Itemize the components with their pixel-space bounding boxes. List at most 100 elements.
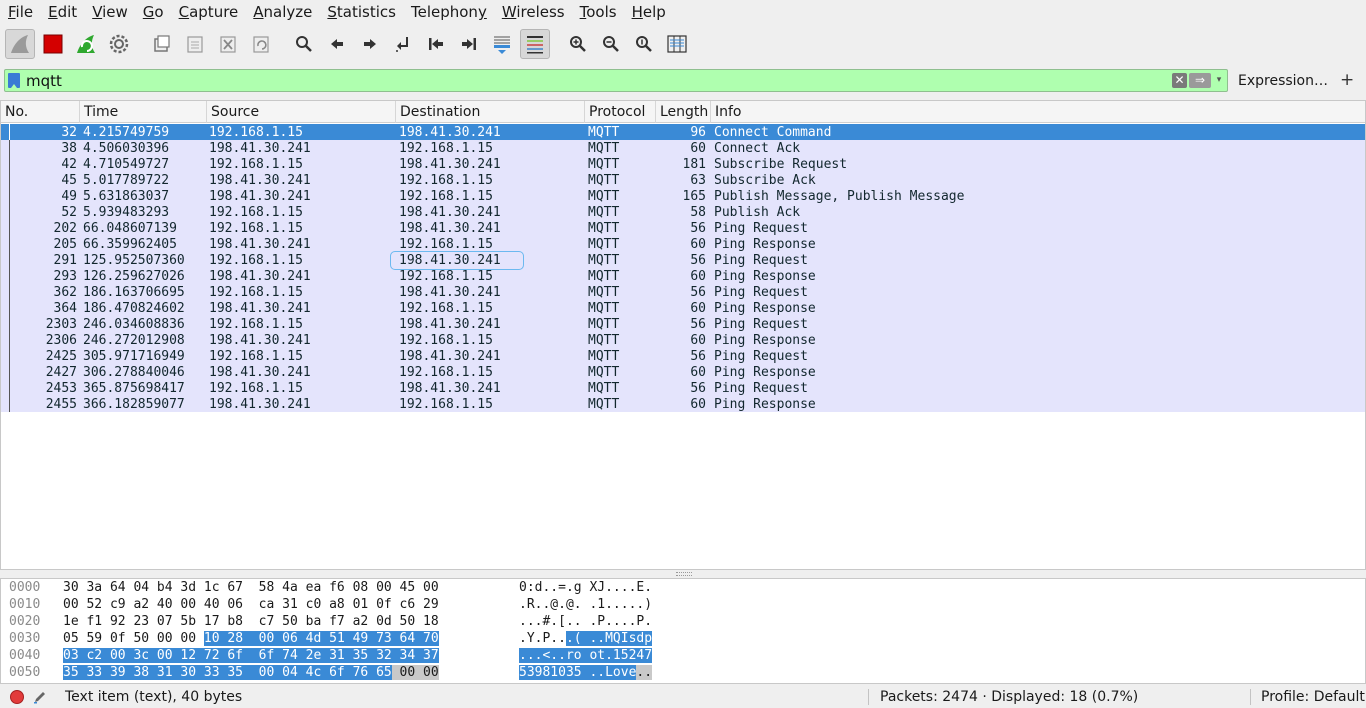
find-packet-button[interactable] (289, 29, 319, 59)
splitter-grip[interactable] (676, 572, 692, 576)
menu-edit[interactable]: Edit (40, 0, 84, 24)
table-row[interactable]: 38 4.506030396 198.41.30.241 192.168.1.15 MQ… (1, 140, 1365, 156)
save-file-button[interactable] (180, 29, 210, 59)
packet-bytes-pane[interactable]: 0000 30 3a 64 04 b4 3d 1c 67 58 4a ea f6 … (0, 578, 1366, 684)
open-file-button[interactable] (147, 29, 177, 59)
hex-byte-segment[interactable]: 1e f1 92 23 07 5b 17 b8 c7 50 ba f7 a2 0… (63, 614, 439, 629)
reload-file-button[interactable] (246, 29, 276, 59)
edit-comment-icon[interactable] (32, 689, 48, 705)
menu-tools[interactable]: Tools (572, 0, 624, 24)
ascii-segment[interactable]: ...#.[.. .P....P. (519, 614, 652, 629)
expression-button[interactable]: Expression… (1238, 71, 1328, 91)
column-header-time[interactable]: Time (80, 101, 207, 123)
menu-wireless[interactable]: Wireless (494, 0, 572, 24)
hex-ascii[interactable]: .Y.P...( ..MQIsdp (519, 630, 653, 647)
start-capture-button[interactable] (5, 29, 35, 59)
hex-byte-segment[interactable]: 00 52 c9 a2 40 00 40 06 ca 31 c0 a8 01 0… (63, 597, 439, 612)
pane-splitter[interactable] (0, 570, 1366, 578)
column-header-source[interactable]: Source (207, 101, 396, 123)
table-row[interactable]: 42 4.710549727 192.168.1.15 198.41.30.241 MQ… (1, 156, 1365, 172)
table-row[interactable]: 2427 306.278840046 198.41.30.241 192.168.1.… (1, 364, 1365, 380)
menu-analyze[interactable]: Analyze (245, 0, 319, 24)
display-filter-input[interactable]: mqtt ✕ ⇒ ▾ (4, 69, 1228, 92)
column-header-info[interactable]: Info (711, 101, 1365, 123)
ascii-segment[interactable]: .. (636, 665, 653, 680)
table-row[interactable]: 205 66.359962405 198.41.30.241 192.168.1.15… (1, 236, 1365, 252)
table-row[interactable]: 2453 365.875698417 192.168.1.15 198.41.30.2… (1, 380, 1365, 396)
go-back-button[interactable] (322, 29, 352, 59)
resize-columns-button[interactable] (662, 29, 692, 59)
table-row[interactable]: 364 186.470824602 198.41.30.241 192.168.1.1… (1, 300, 1365, 316)
clear-filter-icon[interactable]: ✕ (1172, 73, 1187, 88)
table-row[interactable]: 202 66.048607139 192.168.1.15 198.41.30.241… (1, 220, 1365, 236)
bookmark-icon[interactable] (8, 73, 20, 88)
ascii-segment[interactable]: .Y.P.. (519, 631, 566, 646)
ascii-segment[interactable]: .R..@.@. .1.....) (519, 597, 652, 612)
hex-bytes[interactable]: 35 33 39 38 31 30 33 35 00 04 4c 6f 76 6… (63, 664, 439, 681)
menu-statistics[interactable]: Statistics (319, 0, 403, 24)
status-profile[interactable]: Profile: Default (1261, 686, 1365, 708)
table-row[interactable]: 49 5.631863037 198.41.30.241 192.168.1.15 MQ… (1, 188, 1365, 204)
table-row[interactable]: 45 5.017789722 198.41.30.241 192.168.1.15 MQ… (1, 172, 1365, 188)
table-row[interactable]: 2455 366.182859077 198.41.30.241 192.168.1.… (1, 396, 1365, 412)
display-filter-text[interactable]: mqtt (26, 71, 62, 91)
column-header-no[interactable]: No. (1, 101, 80, 123)
ascii-segment[interactable]: 0:d..=.g XJ....E. (519, 580, 652, 595)
table-row[interactable]: 2306 246.272012908 198.41.30.241 192.168.1.… (1, 332, 1365, 348)
table-row[interactable]: 293 126.259627026 198.41.30.241 192.168.1.1… (1, 268, 1365, 284)
hex-byte-segment[interactable]: 30 3a 64 04 b4 3d 1c 67 58 4a ea f6 08 0… (63, 580, 439, 595)
menu-capture[interactable]: Capture (171, 0, 246, 24)
ascii-segment[interactable]: ...<..ro ot.15247 (519, 648, 653, 663)
hex-byte-segment[interactable]: 00 00 (391, 665, 439, 680)
zoom-in-button[interactable] (563, 29, 593, 59)
hex-byte-segment[interactable]: 10 28 00 06 4d 51 49 73 64 70 (203, 631, 439, 646)
table-row[interactable]: 2425 305.971716949 192.168.1.15 198.41.30.2… (1, 348, 1365, 364)
zoom-out-button[interactable] (596, 29, 626, 59)
last-packet-button[interactable] (454, 29, 484, 59)
menu-telephony[interactable]: Telephony (403, 0, 494, 24)
hex-bytes[interactable]: 05 59 0f 50 00 00 10 28 00 06 4d 51 49 7… (63, 630, 439, 647)
hex-bytes[interactable]: 1e f1 92 23 07 5b 17 b8 c7 50 ba f7 a2 0… (63, 613, 439, 630)
hex-byte-segment[interactable]: 05 59 0f 50 00 00 (63, 631, 204, 646)
hex-bytes[interactable]: 03 c2 00 3c 00 12 72 6f 6f 74 2e 31 35 3… (63, 647, 439, 664)
stop-capture-button[interactable] (38, 29, 68, 59)
hex-ascii[interactable]: 53981035 ..Love.. (519, 664, 653, 681)
hex-ascii[interactable]: ...#.[.. .P....P. (519, 613, 652, 630)
hex-bytes[interactable]: 30 3a 64 04 b4 3d 1c 67 58 4a ea f6 08 0… (63, 579, 439, 596)
chevron-down-icon[interactable]: ▾ (1213, 72, 1225, 89)
go-to-packet-button[interactable] (388, 29, 418, 59)
expert-info-icon[interactable] (10, 690, 24, 704)
menu-help[interactable]: Help (624, 0, 673, 24)
column-header-length[interactable]: Length (656, 101, 711, 123)
apply-filter-icon[interactable]: ⇒ (1189, 73, 1211, 88)
table-row[interactable]: 2303 246.034608836 192.168.1.15 198.41.30.2… (1, 316, 1365, 332)
hex-ascii[interactable]: 0:d..=.g XJ....E. (519, 579, 652, 596)
column-header-destination[interactable]: Destination (396, 101, 585, 123)
go-forward-button[interactable] (355, 29, 385, 59)
add-filter-button[interactable]: + (1340, 69, 1354, 91)
first-packet-button[interactable] (421, 29, 451, 59)
menu-mnemonic: V (92, 3, 103, 21)
restart-capture-button[interactable] (71, 29, 101, 59)
hex-ascii[interactable]: .R..@.@. .1.....) (519, 596, 652, 613)
menu-view[interactable]: View (84, 0, 135, 24)
zoom-reset-button[interactable] (629, 29, 659, 59)
hex-byte-segment[interactable]: 35 33 39 38 31 30 33 35 00 04 4c 6f 76 6… (63, 665, 392, 680)
ascii-segment[interactable]: .( ..MQIsdp (565, 631, 653, 646)
hex-bytes[interactable]: 00 52 c9 a2 40 00 40 06 ca 31 c0 a8 01 0… (63, 596, 439, 613)
hex-byte-segment[interactable]: 03 c2 00 3c 00 12 72 6f 6f 74 2e 31 35 3… (63, 648, 439, 663)
capture-options-button[interactable] (104, 29, 134, 59)
column-header-protocol[interactable]: Protocol (585, 101, 656, 123)
close-file-button[interactable] (213, 29, 243, 59)
colorize-button[interactable] (520, 29, 550, 59)
table-row[interactable]: 32 4.215749759 192.168.1.15 198.41.30.241 MQ… (1, 124, 1365, 140)
table-row[interactable]: 362 186.163706695 192.168.1.15 198.41.30.24… (1, 284, 1365, 300)
packet-list[interactable]: No. Time Source Destination Protocol Len… (0, 100, 1366, 570)
hex-ascii[interactable]: ...<..ro ot.15247 (519, 647, 653, 664)
ascii-segment[interactable]: 53981035 ..Love (519, 665, 637, 680)
auto-scroll-button[interactable] (487, 29, 517, 59)
menu-file[interactable]: File (0, 0, 40, 24)
menu-go[interactable]: Go (135, 0, 171, 24)
table-row[interactable]: 291 125.952507360 192.168.1.15 198.41.30.24… (1, 252, 1365, 268)
table-row[interactable]: 52 5.939483293 192.168.1.15 198.41.30.241 MQ… (1, 204, 1365, 220)
